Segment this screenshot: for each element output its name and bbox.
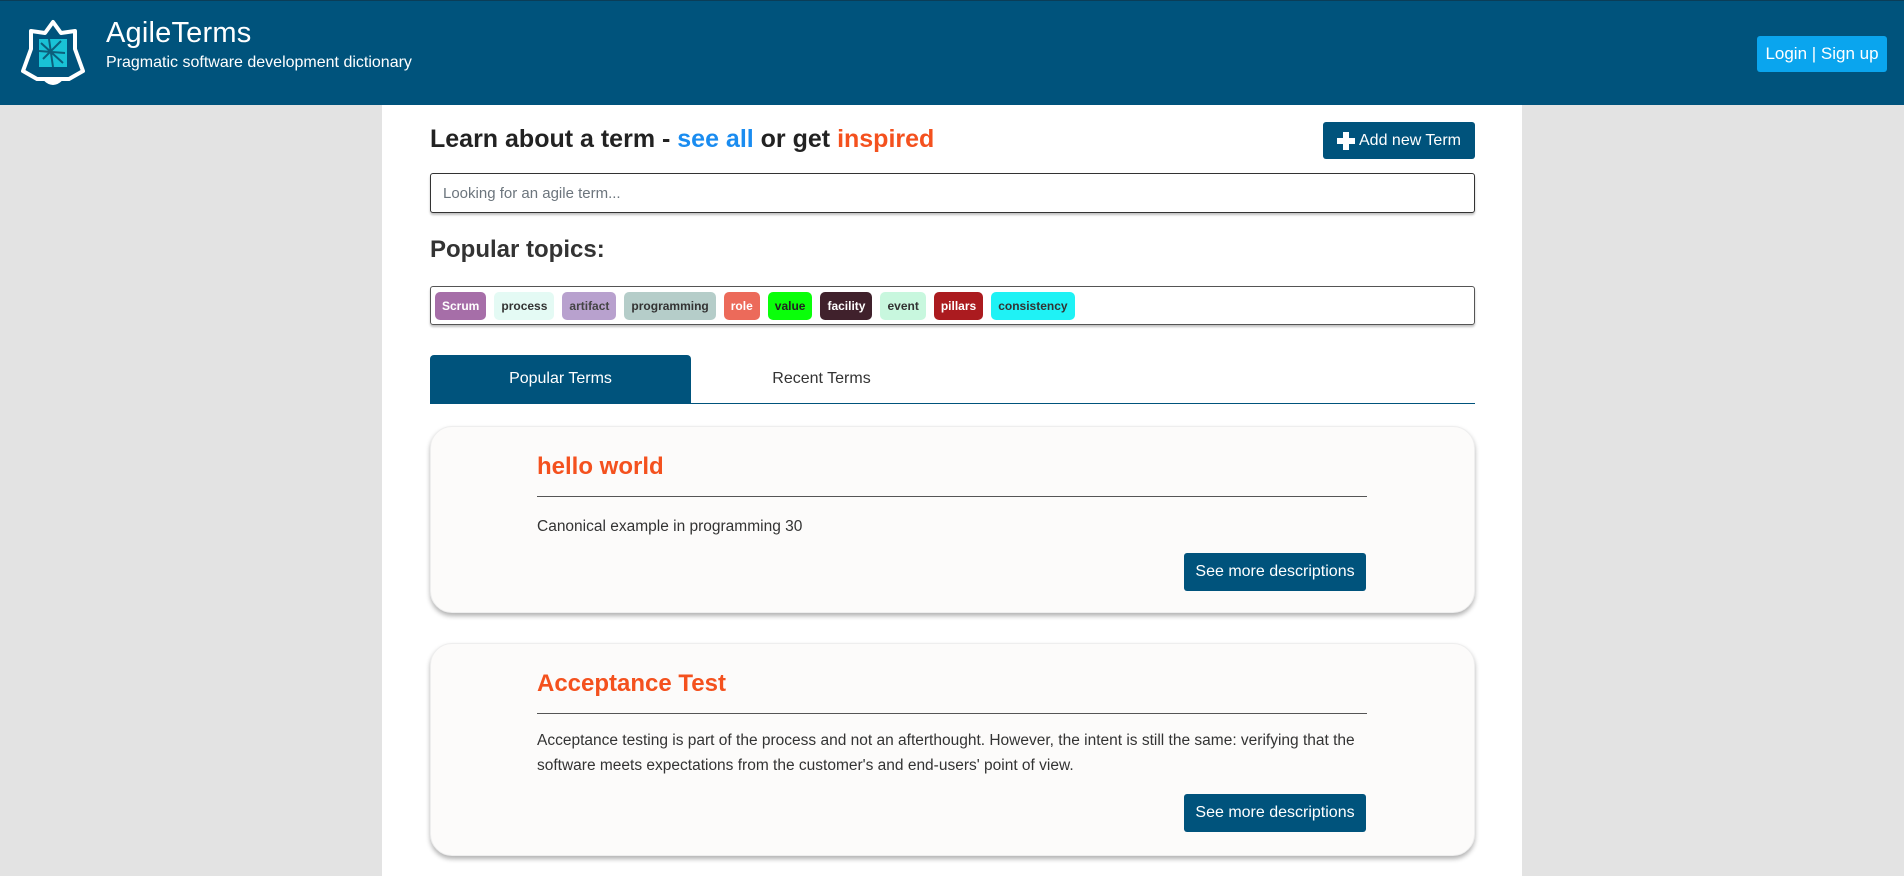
term-title[interactable]: Acceptance Test <box>537 670 726 698</box>
tab-popular-terms[interactable]: Popular Terms <box>430 355 691 403</box>
topic-tag-role[interactable]: role <box>723 291 760 320</box>
see-more-descriptions-button[interactable]: See more descriptions <box>1184 553 1366 591</box>
term-description: Canonical example in programming 30 <box>537 518 803 535</box>
see-all-link[interactable]: see all <box>677 125 753 153</box>
brand-title[interactable]: AgileTerms <box>106 17 251 50</box>
topic-tag-value[interactable]: value <box>767 291 813 320</box>
topic-tag-artifact[interactable]: artifact <box>562 291 617 320</box>
topic-tag-pillars[interactable]: pillars <box>933 291 984 320</box>
term-description: Acceptance testing is part of the proces… <box>537 732 1355 774</box>
popular-topics-heading: Popular topics: <box>430 236 605 263</box>
login-signup-button[interactable]: Login | Sign up <box>1757 36 1887 72</box>
add-new-term-button[interactable]: Add new Term <box>1323 122 1475 159</box>
term-card: Acceptance Test Acceptance testing is pa… <box>430 643 1475 856</box>
divider <box>537 496 1367 497</box>
term-card: hello world Canonical example in program… <box>430 426 1475 613</box>
navbar: AgileTerms Pragmatic software developmen… <box>0 0 1904 105</box>
topic-tag-event[interactable]: event <box>880 291 926 320</box>
heading-middle: or get <box>753 125 838 153</box>
popular-topics-list: Scrum process artifact programming role value… <box>430 286 1475 325</box>
main-content: Learn about a term - see all or get insp… <box>382 105 1522 876</box>
topic-tag-programming[interactable]: programming <box>624 291 716 320</box>
bell-logo-icon[interactable] <box>19 19 87 87</box>
topic-tag-scrum[interactable]: Scrum <box>435 291 487 320</box>
term-title[interactable]: hello world <box>537 453 664 481</box>
divider <box>537 713 1367 714</box>
heading-prefix: Learn about a term - <box>430 125 678 153</box>
plus-icon <box>1337 131 1355 150</box>
inspired-link[interactable]: inspired <box>837 125 934 153</box>
see-more-descriptions-button[interactable]: See more descriptions <box>1184 794 1366 832</box>
topic-tag-process[interactable]: process <box>494 291 555 320</box>
tab-recent-terms[interactable]: Recent Terms <box>691 355 952 403</box>
search-input[interactable] <box>430 173 1475 213</box>
topic-tag-facility[interactable]: facility <box>820 291 873 320</box>
term-tabs: Popular Terms Recent Terms <box>430 355 1475 404</box>
search-heading: Learn about a term - see all or get insp… <box>430 125 934 154</box>
add-new-term-label: Add new Term <box>1359 131 1461 149</box>
topic-tag-consistency[interactable]: consistency <box>991 291 1075 320</box>
brand-subtitle: Pragmatic software development dictionar… <box>106 54 412 71</box>
